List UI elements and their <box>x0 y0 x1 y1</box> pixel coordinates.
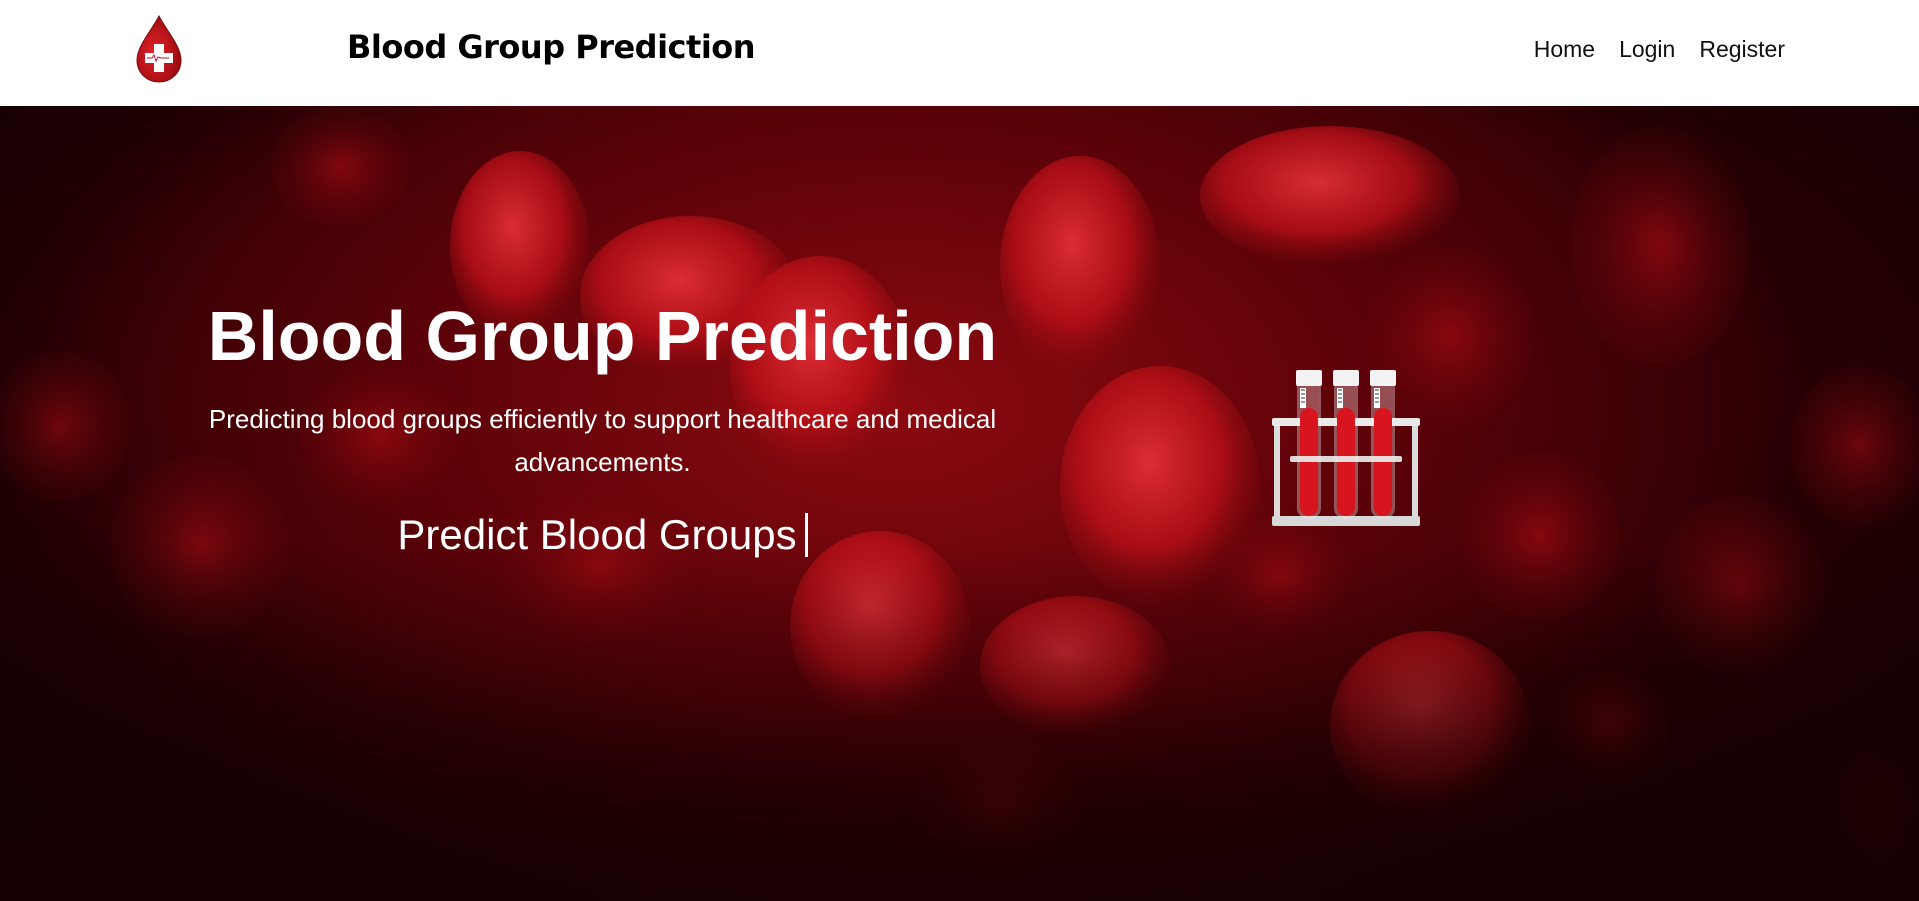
typing-text: Predict Blood Groups <box>397 511 797 558</box>
typing-text-container: Predict Blood Groups <box>397 510 808 560</box>
test-tubes-icon <box>1272 370 1420 526</box>
nav-register-link[interactable]: Register <box>1699 36 1785 63</box>
hero-content: Blood Group Prediction Predicting blood … <box>150 296 1055 560</box>
hero-subtitle: Predicting blood groups efficiently to s… <box>208 404 997 477</box>
navbar: Blood Group Prediction Home Login Regist… <box>0 0 1919 106</box>
typing-cursor <box>804 513 808 557</box>
nav-login-link[interactable]: Login <box>1619 36 1675 63</box>
hero-title: Blood Group Prediction <box>207 297 998 375</box>
hero-section: Blood Group Prediction Predicting blood … <box>0 106 1919 901</box>
blood-drop-cross-icon[interactable] <box>134 14 184 84</box>
nav-home-link[interactable]: Home <box>1534 36 1595 63</box>
brand-title[interactable]: Blood Group Prediction <box>347 28 756 66</box>
main-nav: Home Login Register <box>1534 36 1785 63</box>
